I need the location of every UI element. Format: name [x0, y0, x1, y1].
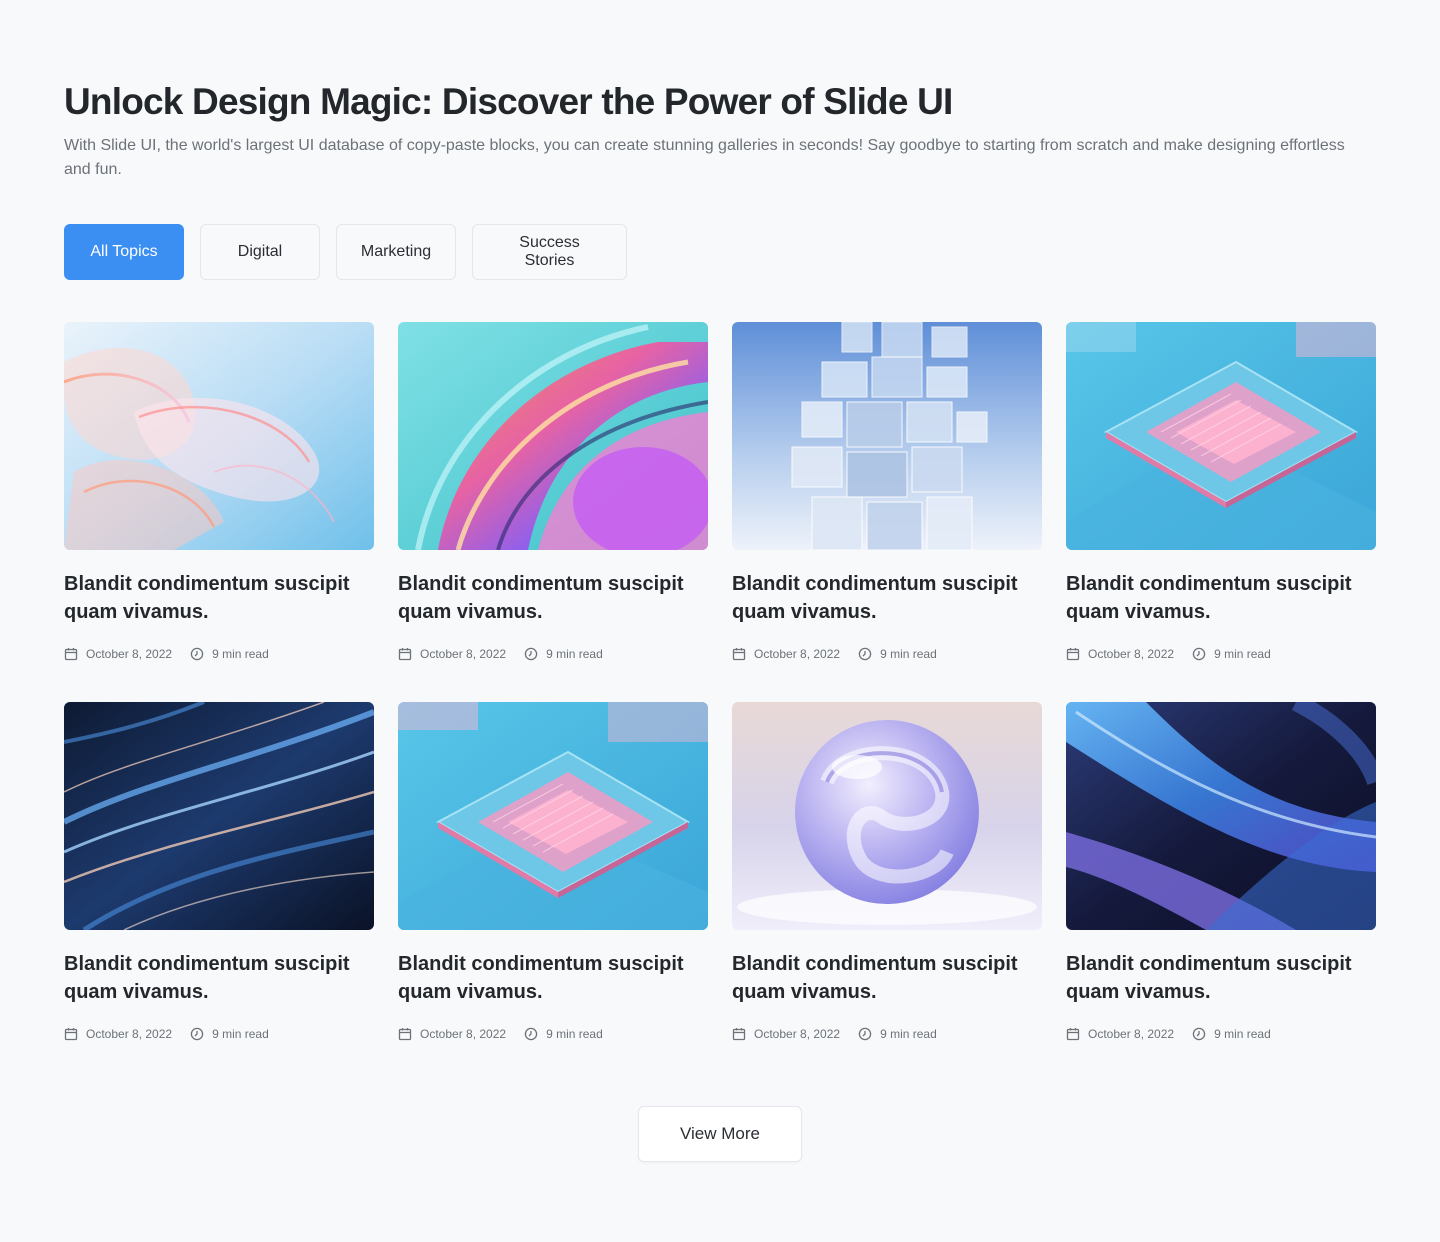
article-date: October 8, 2022	[86, 647, 173, 661]
article-title[interactable]: Blandit condimentum suscipit quam vivamu…	[64, 950, 374, 1006]
article-read-time: 9 min read	[1214, 647, 1271, 661]
glass-sphere-image[interactable]	[732, 702, 1042, 930]
article-card[interactable]: Blandit condimentum suscipit quam vivamu…	[1066, 322, 1376, 662]
article-date: October 8, 2022	[420, 1027, 507, 1041]
tab-success-stories[interactable]: Success Stories	[472, 224, 627, 280]
calendar-icon	[398, 1027, 412, 1041]
article-title[interactable]: Blandit condimentum suscipit quam vivamu…	[64, 570, 374, 626]
article-card[interactable]: Blandit condimentum suscipit quam vivamu…	[64, 322, 374, 662]
article-card[interactable]: Blandit condimentum suscipit quam vivamu…	[64, 702, 374, 1042]
article-meta: October 8, 2022 9 min read	[398, 646, 708, 662]
article-read-time: 9 min read	[212, 647, 269, 661]
article-card[interactable]: Blandit condimentum suscipit quam vivamu…	[398, 702, 708, 1042]
article-read-time: 9 min read	[212, 1027, 269, 1041]
calendar-icon	[64, 647, 78, 661]
calendar-icon	[732, 1027, 746, 1041]
article-meta: October 8, 2022 9 min read	[64, 1026, 374, 1042]
tab-marketing[interactable]: Marketing	[336, 224, 456, 280]
clock-icon	[1192, 1027, 1206, 1041]
circuit-chip-image[interactable]	[1066, 322, 1376, 550]
dark-light-streaks-image[interactable]	[64, 702, 374, 930]
clock-icon	[1192, 647, 1206, 661]
clock-icon	[858, 647, 872, 661]
article-meta: October 8, 2022 9 min read	[732, 1026, 1042, 1042]
article-date: October 8, 2022	[1088, 1027, 1175, 1041]
article-grid: Blandit condimentum suscipit quam vivamu…	[64, 322, 1376, 1042]
article-date: October 8, 2022	[86, 1027, 173, 1041]
article-title[interactable]: Blandit condimentum suscipit quam vivamu…	[398, 570, 708, 626]
article-title[interactable]: Blandit condimentum suscipit quam vivamu…	[732, 570, 1042, 626]
calendar-icon	[398, 647, 412, 661]
clock-icon	[190, 647, 204, 661]
circuit-chip-image[interactable]	[398, 702, 708, 930]
article-card[interactable]: Blandit condimentum suscipit quam vivamu…	[398, 322, 708, 662]
article-title[interactable]: Blandit condimentum suscipit quam vivamu…	[1066, 570, 1376, 626]
article-read-time: 9 min read	[1214, 1027, 1271, 1041]
calendar-icon	[1066, 647, 1080, 661]
calendar-icon	[1066, 1027, 1080, 1041]
article-read-time: 9 min read	[546, 1027, 603, 1041]
article-meta: October 8, 2022 9 min read	[398, 1026, 708, 1042]
article-date: October 8, 2022	[754, 1027, 841, 1041]
tab-all-topics[interactable]: All Topics	[64, 224, 184, 280]
page-subtitle: With Slide UI, the world's largest UI da…	[64, 137, 1345, 178]
clock-icon	[524, 647, 538, 661]
article-title[interactable]: Blandit condimentum suscipit quam vivamu…	[398, 950, 708, 1006]
article-date: October 8, 2022	[754, 647, 841, 661]
calendar-icon	[732, 647, 746, 661]
article-meta: October 8, 2022 9 min read	[1066, 1026, 1376, 1042]
page-title: Unlock Design Magic: Discover the Power …	[64, 81, 953, 122]
topic-tabs: All Topics Digital Marketing Success Sto…	[64, 224, 1376, 280]
view-more-button[interactable]: View More	[638, 1106, 802, 1162]
article-card[interactable]: Blandit condimentum suscipit quam vivamu…	[1066, 702, 1376, 1042]
calendar-icon	[64, 1027, 78, 1041]
article-card[interactable]: Blandit condimentum suscipit quam vivamu…	[732, 322, 1042, 662]
article-title[interactable]: Blandit condimentum suscipit quam vivamu…	[732, 950, 1042, 1006]
blue-waves-image[interactable]	[1066, 702, 1376, 930]
article-read-time: 9 min read	[880, 1027, 937, 1041]
clock-icon	[190, 1027, 204, 1041]
article-read-time: 9 min read	[880, 647, 937, 661]
article-date: October 8, 2022	[420, 647, 507, 661]
article-title[interactable]: Blandit condimentum suscipit quam vivamu…	[1066, 950, 1376, 1006]
tab-digital[interactable]: Digital	[200, 224, 320, 280]
iridescent-swirl-image[interactable]	[398, 322, 708, 550]
article-meta: October 8, 2022 9 min read	[732, 646, 1042, 662]
article-meta: October 8, 2022 9 min read	[64, 646, 374, 662]
glass-cubes-tower-image[interactable]	[732, 322, 1042, 550]
article-read-time: 9 min read	[546, 647, 603, 661]
clock-icon	[524, 1027, 538, 1041]
glass-ribbons-image[interactable]	[64, 322, 374, 550]
clock-icon	[858, 1027, 872, 1041]
article-card[interactable]: Blandit condimentum suscipit quam vivamu…	[732, 702, 1042, 1042]
article-meta: October 8, 2022 9 min read	[1066, 646, 1376, 662]
blog-gallery-page: Unlock Design Magic: Discover the Power …	[0, 0, 1440, 1242]
article-date: October 8, 2022	[1088, 647, 1175, 661]
